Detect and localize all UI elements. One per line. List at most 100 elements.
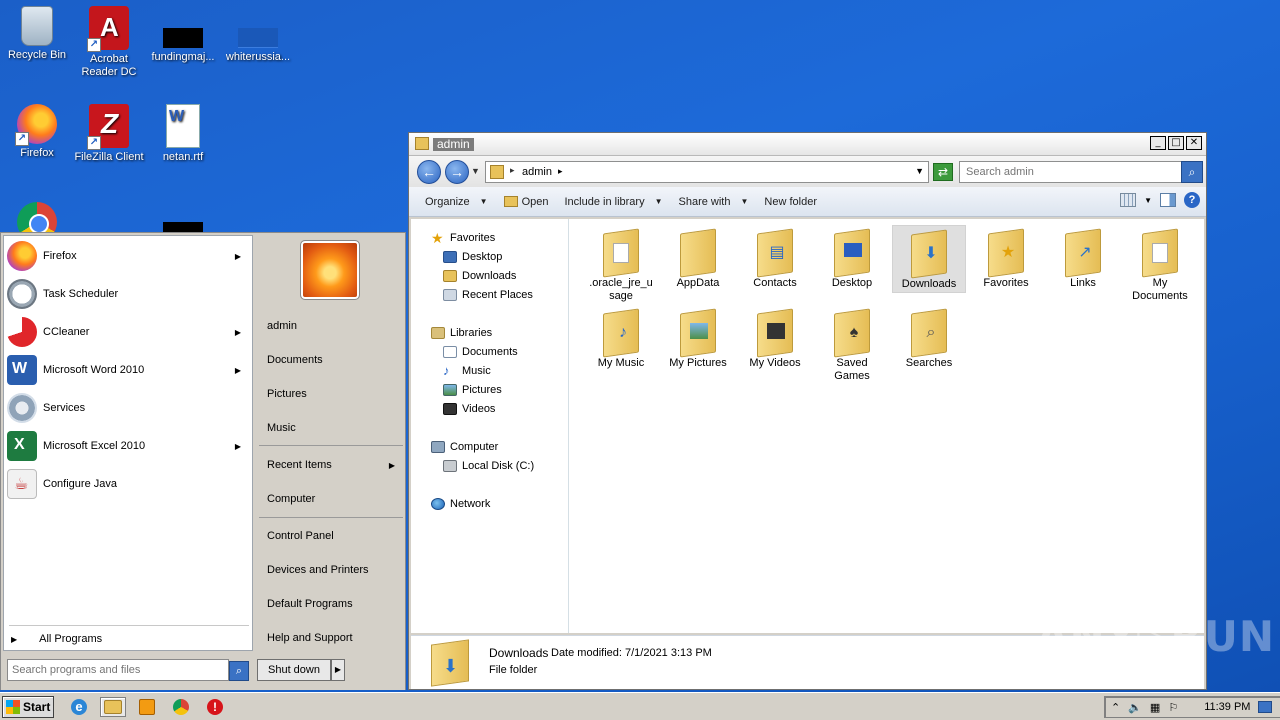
action-center-flag-icon[interactable]: ⚐ [1168,701,1178,714]
all-programs-button[interactable]: ▶ All Programs [11,633,102,645]
program-services[interactable]: Services [7,391,247,425]
desktop-icon-fundingmaj[interactable]: fundingmaj... [146,6,220,64]
nav-videos[interactable]: Videos [443,400,495,417]
folder-item-my-videos[interactable]: My Videos [738,305,812,370]
maximize-button[interactable]: □ [1168,136,1184,150]
minimize-button[interactable]: _ [1150,136,1166,150]
refresh-button[interactable]: ⇄ [933,163,953,181]
forward-button[interactable]: → [445,160,469,184]
folder-item-appdata[interactable]: AppData [661,225,735,290]
shutdown-button[interactable]: Shut down [257,659,331,681]
link-computer[interactable]: Computer [267,490,401,508]
folder-item-my-pictures[interactable]: My Pictures [661,305,735,370]
chevron-right-icon[interactable]: ▶ [235,442,241,451]
chevron-right-icon[interactable]: ▶ [235,366,241,375]
volume-icon[interactable]: 🔈 [1128,701,1142,714]
link-music[interactable]: Music [267,419,401,437]
taskbar-ie[interactable] [66,697,92,717]
folder-item-oracle[interactable]: .oracle_jre_u sage [584,225,658,303]
chevron-down-icon[interactable]: ▼ [1144,196,1152,205]
desktop-icon-netan-rtf[interactable]: netan.rtf [146,104,220,164]
nav-computer[interactable]: Computer [431,438,498,455]
close-button[interactable]: ✕ [1186,136,1202,150]
start-search-input[interactable] [12,661,222,679]
link-recent-items[interactable]: Recent Items ▶ [267,456,401,474]
folder-item-downloads[interactable]: ⬇ Downloads [892,225,966,293]
folder-item-desktop[interactable]: Desktop [815,225,889,290]
link-default-programs[interactable]: Default Programs [267,595,401,613]
breadcrumb-admin[interactable]: admin [522,166,552,178]
link-user-folder[interactable]: admin [267,317,401,335]
link-pictures[interactable]: Pictures [267,385,401,403]
change-view-icon[interactable] [1120,193,1137,207]
nav-documents[interactable]: Documents [443,343,518,360]
preview-pane-icon[interactable] [1160,193,1176,207]
organize-menu[interactable]: Organize ▼ [417,191,496,213]
link-control-panel[interactable]: Control Panel [267,527,401,545]
window-titlebar[interactable]: admin _ □ ✕ [409,133,1206,156]
folder-item-my-music[interactable]: ♪ My Music [584,305,658,370]
folder-item-links[interactable]: ↗ Links [1046,225,1120,290]
desktop-icon-recycle-bin[interactable]: Recycle Bin [0,6,74,62]
program-ccleaner[interactable]: CCleaner ▶ [7,315,247,349]
search-field[interactable]: ⌕ [959,161,1203,183]
chevron-right-icon[interactable]: ▶ [235,328,241,337]
shutdown-options-button[interactable]: ▶ [331,659,345,681]
address-field[interactable]: ▸ admin ▸ ▼ [485,161,929,183]
link-help-support[interactable]: Help and Support [267,629,401,647]
recent-pages-dropdown-icon[interactable]: ▼ [471,166,480,176]
nav-downloads[interactable]: Downloads [443,267,516,284]
chevron-right-icon[interactable]: ▶ [235,252,241,261]
shortcut-arrow-icon: ↗ [15,132,29,146]
back-button[interactable]: ← [417,160,441,184]
folder-item-saved-games[interactable]: ♠ Saved Games [815,305,889,383]
share-with-menu[interactable]: Share with ▼ [671,191,757,213]
show-desktop-button[interactable] [1258,701,1273,713]
program-task-scheduler[interactable]: Task Scheduler [7,277,247,311]
program-configure-java[interactable]: Configure Java [7,467,247,501]
network-tray-icon[interactable]: ▦ [1150,701,1160,714]
start-button[interactable]: Start [2,696,54,718]
search-icon[interactable]: ⌕ [229,661,249,681]
nav-local-disk[interactable]: Local Disk (C:) [443,457,534,474]
address-dropdown-icon[interactable]: ▼ [915,166,924,176]
desktop-icon-acrobat[interactable]: ↗ Acrobat Reader DC [72,6,146,79]
search-icon[interactable]: ⌕ [1181,161,1203,183]
program-excel[interactable]: Microsoft Excel 2010 ▶ [7,429,247,463]
include-in-library-menu[interactable]: Include in library ▼ [556,191,670,213]
desktop-icon-firefox[interactable]: ↗ Firefox [0,104,74,160]
link-devices-printers[interactable]: Devices and Printers [267,561,401,579]
program-firefox[interactable]: Firefox ▶ [7,239,247,273]
nav-recent-places[interactable]: Recent Places [443,286,533,303]
open-button[interactable]: Open [496,191,557,213]
help-icon[interactable]: ? [1184,192,1200,208]
start-search-field[interactable] [7,659,229,681]
folder-item-searches[interactable]: ⌕ Searches [892,305,966,370]
search-input[interactable] [966,163,1176,181]
nav-libraries[interactable]: Libraries [431,324,492,341]
chevron-right-icon[interactable]: ▸ [558,166,563,177]
desktop-icon-whiterussia[interactable]: whiterussia... [221,6,295,64]
navigation-pane[interactable]: ★ Favorites Desktop Downloads Recent Plac… [411,219,569,633]
user-avatar[interactable] [300,240,360,300]
folder-item-my-documents[interactable]: My Documents [1123,225,1197,303]
nav-favorites[interactable]: ★ Favorites [431,229,495,246]
taskbar-media-player[interactable] [134,697,160,717]
taskbar-chrome[interactable] [168,697,194,717]
nav-desktop[interactable]: Desktop [443,248,502,265]
link-documents[interactable]: Documents [267,351,401,369]
new-folder-button[interactable]: New folder [756,191,825,213]
taskbar-explorer[interactable] [100,697,126,717]
show-hidden-icons-icon[interactable]: ⌃ [1111,701,1120,714]
file-list-pane[interactable]: .oracle_jre_u sage AppData ▤ Contacts De… [570,219,1204,633]
nav-pictures[interactable]: Pictures [443,381,502,398]
clock[interactable]: 11:39 PM [1204,701,1250,713]
nav-music[interactable]: ♪ Music [443,362,491,379]
program-word[interactable]: Microsoft Word 2010 ▶ [7,353,247,387]
desktop-icon-filezilla[interactable]: ↗ FileZilla Client [72,104,146,164]
chevron-right-icon[interactable]: ▸ [510,165,515,176]
nav-network[interactable]: Network [431,495,490,512]
folder-item-favorites[interactable]: ★ Favorites [969,225,1043,290]
taskbar-stop-app[interactable] [202,697,228,717]
folder-item-contacts[interactable]: ▤ Contacts [738,225,812,290]
